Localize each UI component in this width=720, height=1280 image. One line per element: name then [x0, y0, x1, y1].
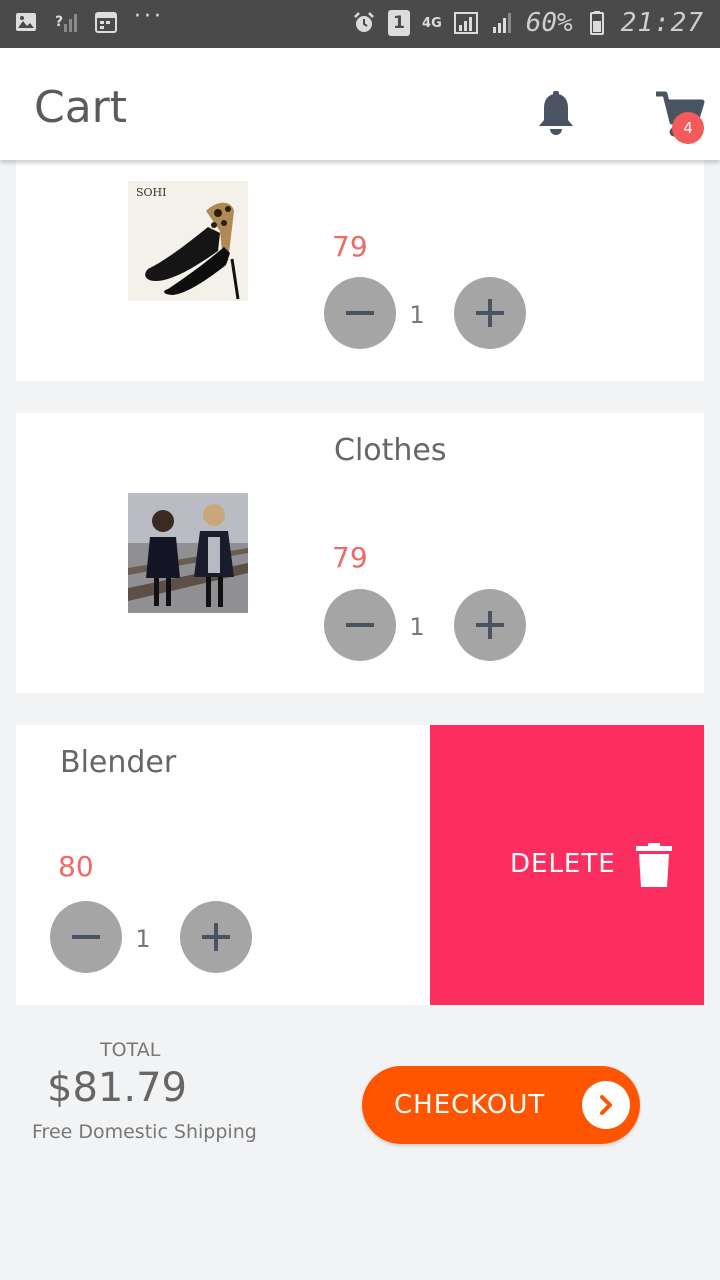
- svg-text:SOHI: SOHI: [136, 186, 167, 199]
- battery-icon: [589, 11, 604, 35]
- product-image-clothes: [128, 493, 248, 613]
- plus-icon: [476, 611, 504, 639]
- page-title: Cart: [34, 82, 128, 133]
- svg-text:?: ?: [55, 14, 63, 30]
- shipping-note: Free Domestic Shipping: [32, 1121, 257, 1143]
- total-label: TOTAL: [100, 1039, 161, 1061]
- minus-icon: [346, 311, 374, 315]
- no-signal-icon: ?: [55, 14, 77, 32]
- increase-quantity-button[interactable]: [454, 277, 526, 349]
- status-bar: ? ··· 1 4G 60% 21:27: [0, 0, 720, 48]
- cart-count-badge: 4: [672, 112, 704, 144]
- calendar-icon: [95, 12, 117, 33]
- plus-icon: [476, 299, 504, 327]
- increase-quantity-button[interactable]: [454, 589, 526, 661]
- notification-bell-icon[interactable]: [534, 90, 578, 138]
- clock: 21:27: [620, 8, 704, 38]
- quantity-value: 1: [409, 613, 425, 641]
- checkout-label: CHECKOUT: [394, 1090, 546, 1120]
- item-price: 79: [332, 230, 368, 263]
- app-header: Cart 4: [0, 48, 720, 160]
- plus-icon: [202, 923, 230, 951]
- item-price: 80: [58, 850, 94, 883]
- quantity-value: 1: [409, 301, 425, 329]
- cart-item-shoes: SOHI 79 1: [16, 160, 704, 381]
- quantity-value: 1: [135, 925, 151, 953]
- increase-quantity-button[interactable]: [180, 901, 252, 973]
- delete-label: DELETE: [510, 849, 616, 879]
- item-name: Clothes: [334, 433, 447, 468]
- chevron-right-icon: [582, 1081, 630, 1129]
- decrease-quantity-button[interactable]: [50, 901, 122, 973]
- battery-percentage: 60%: [525, 8, 573, 38]
- sim-slot-icon: 1: [388, 10, 411, 36]
- trash-icon: [636, 843, 672, 887]
- gallery-icon: [16, 13, 36, 31]
- network-type: 4G: [422, 15, 442, 31]
- total-amount: $81.79: [47, 1065, 187, 1111]
- decrease-quantity-button[interactable]: [324, 589, 396, 661]
- item-price: 79: [332, 541, 368, 574]
- alarm-icon: [354, 12, 374, 32]
- item-name: Blender: [60, 745, 177, 780]
- signal-icon: [453, 12, 478, 34]
- more-notifications-icon: ···: [134, 4, 164, 29]
- minus-icon: [72, 935, 100, 939]
- delete-button[interactable]: DELETE: [430, 725, 704, 1005]
- product-image-shoes: SOHI: [128, 181, 248, 301]
- cart-item-blender[interactable]: Blender 80 1 DELETE: [16, 725, 704, 1005]
- cart-item-clothes: Clothes 79 1: [16, 413, 704, 693]
- signal-2-icon: [492, 13, 511, 33]
- minus-icon: [346, 623, 374, 627]
- decrease-quantity-button[interactable]: [324, 277, 396, 349]
- checkout-button[interactable]: CHECKOUT: [362, 1066, 640, 1144]
